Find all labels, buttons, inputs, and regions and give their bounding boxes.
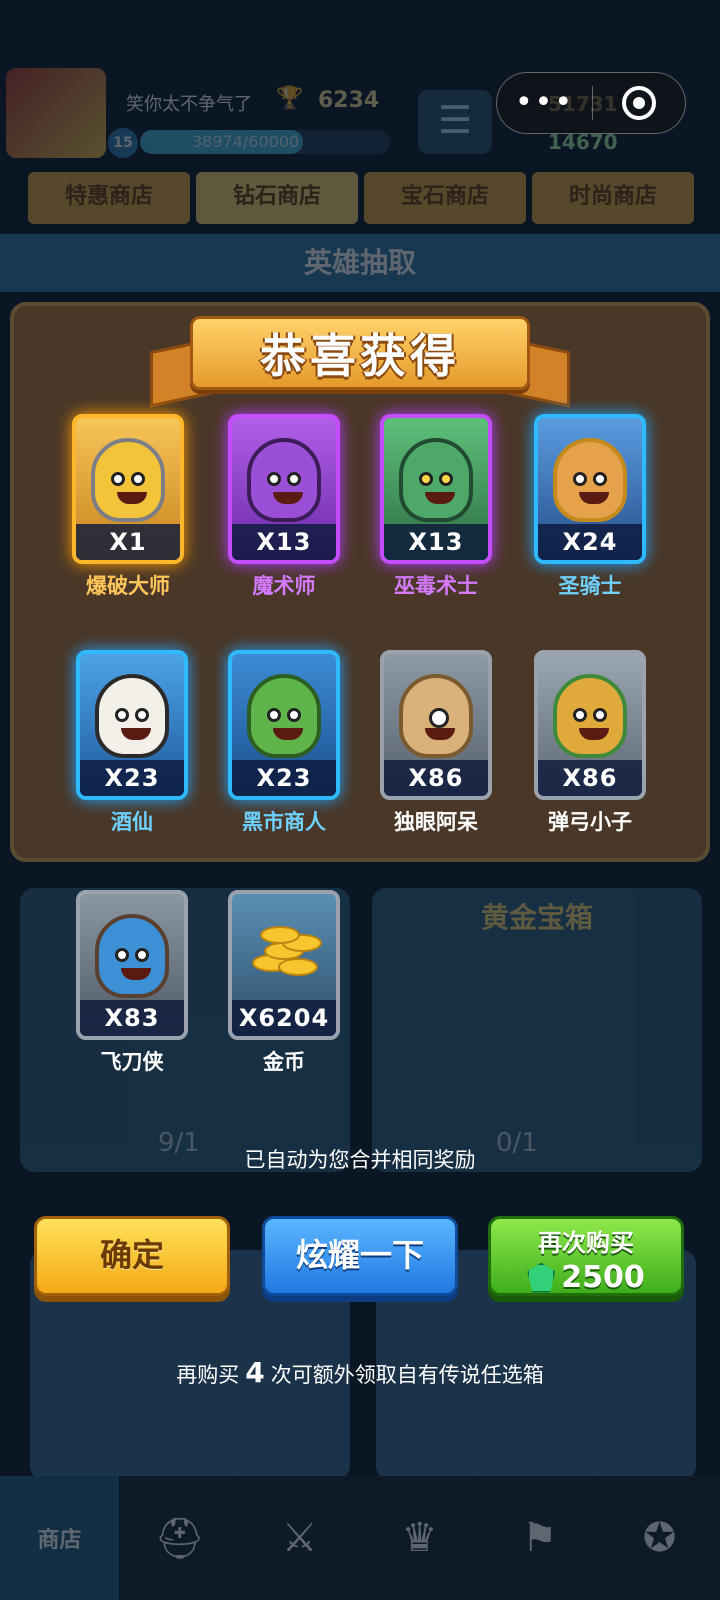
nav-heroes[interactable]: ⛑	[120, 1476, 240, 1600]
nav-shop-label: 商店	[37, 1528, 82, 1553]
buy-again-button[interactable]: 再次购买 2500	[488, 1216, 684, 1296]
reward-qty: X23	[80, 760, 184, 796]
shop-tabs: 特惠商店 钻石商店 宝石商店 时尚商店	[28, 172, 694, 224]
xp-text: 38974/60000	[192, 132, 300, 151]
nav-rank[interactable]: ⚑	[480, 1476, 600, 1600]
reward-name: 弹弓小子	[548, 810, 632, 834]
reward-qty: X6204	[232, 1000, 336, 1036]
close-miniprogram-button[interactable]	[593, 86, 685, 120]
reward-card[interactable]: X86 独眼阿呆	[380, 650, 492, 836]
tab-diamond-shop[interactable]: 钻石商店	[196, 172, 358, 224]
compass-icon: ✪	[642, 1515, 677, 1561]
buy-note-count: 4	[245, 1356, 265, 1389]
helmet-icon: ⛑	[154, 1515, 205, 1562]
gold-coins-icon	[252, 920, 322, 980]
reward-qty: X86	[538, 760, 642, 796]
buy-price: 2500	[561, 1260, 645, 1295]
banner-icon: ⚑	[521, 1515, 558, 1561]
show-off-button[interactable]: 炫耀一下	[262, 1216, 458, 1296]
reward-qty: X83	[80, 1000, 184, 1036]
player-avatar[interactable]	[6, 68, 106, 158]
reward-qty: X13	[232, 524, 336, 560]
reward-card[interactable]: X24 圣骑士	[534, 414, 646, 600]
menu-button[interactable]: ☰	[418, 90, 492, 154]
tab-fashion-shop[interactable]: 时尚商店	[532, 172, 694, 224]
reward-name: 金币	[263, 1050, 305, 1074]
gem-icon	[527, 1262, 556, 1293]
nav-battle[interactable]: ⚔	[240, 1476, 360, 1600]
tab-gem-shop[interactable]: 宝石商店	[364, 172, 526, 224]
reward-name: 圣骑士	[558, 574, 622, 598]
reward-qty: X24	[538, 524, 642, 560]
reward-name: 独眼阿呆	[394, 810, 478, 834]
section-title: 英雄抽取	[0, 234, 720, 292]
miniprogram-capsule: •••	[496, 72, 686, 134]
reward-card[interactable]: X13 魔术师	[228, 414, 340, 600]
gold-chest-title: 黄金宝箱	[480, 901, 593, 934]
target-ring-icon	[621, 86, 656, 120]
reward-qty: X1	[76, 524, 180, 560]
tab-special-shop[interactable]: 特惠商店	[28, 172, 190, 224]
more-button[interactable]: •••	[497, 74, 592, 132]
reward-card[interactable]: X23 黑市商人	[228, 650, 340, 836]
reward-card[interactable]: X13 巫毒术士	[380, 414, 492, 600]
nav-explore[interactable]: ✪	[600, 1476, 720, 1600]
trophy-count: 6234	[318, 88, 380, 113]
level-badge: 15	[108, 128, 138, 158]
reward-qty: X86	[384, 760, 488, 796]
reward-name: 魔术师	[252, 574, 316, 598]
reward-card[interactable]: X6204 金币	[228, 890, 340, 1076]
nav-shop[interactable]: 商店	[0, 1476, 120, 1600]
bottom-nav: 商店 ⛑ ⚔ ♛ ⚑ ✪	[0, 1476, 720, 1600]
trophy-icon: 🏆	[276, 86, 304, 111]
confirm-button[interactable]: 确定	[34, 1216, 230, 1296]
player-name: 笑你太不争气了	[126, 94, 252, 115]
buy-bonus-note: 再购买 4 次可额外领取自有传说任选箱	[0, 1356, 720, 1389]
nav-guild[interactable]: ♛	[360, 1476, 480, 1600]
reward-name: 巫毒术士	[394, 574, 478, 598]
reward-name: 爆破大师	[86, 574, 170, 598]
buy-note-suffix: 次可额外领取自有传说任选箱	[270, 1363, 544, 1387]
crown-icon: ♛	[401, 1515, 438, 1561]
reward-name: 黑市商人	[242, 810, 326, 834]
buy-note-prefix: 再购买	[176, 1363, 240, 1387]
reward-name: 飞刀侠	[100, 1050, 164, 1074]
reward-card[interactable]: X83 飞刀侠	[76, 890, 188, 1076]
buy-again-label: 再次购买	[538, 1229, 634, 1257]
merge-note: 已自动为您合并相同奖励	[244, 1148, 476, 1172]
reward-card[interactable]: X1 爆破大师	[72, 414, 184, 600]
reward-title: 恭喜获得	[260, 329, 460, 383]
reward-qty: X23	[232, 760, 336, 796]
reward-card[interactable]: X86 弹弓小子	[534, 650, 646, 836]
reward-card[interactable]: X23 酒仙	[76, 650, 188, 836]
swords-icon: ⚔	[281, 1515, 318, 1561]
reward-banner: 恭喜获得	[150, 310, 570, 410]
reward-qty: X13	[384, 524, 488, 560]
reward-name: 酒仙	[111, 810, 153, 834]
